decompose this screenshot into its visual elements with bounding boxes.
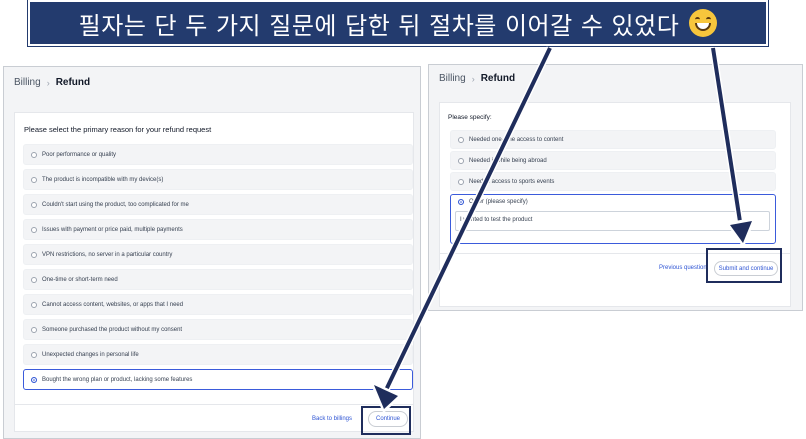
back-to-billings-link[interactable]: Back to billings <box>312 416 352 422</box>
breadcrumb-billing[interactable]: Billing <box>439 73 466 84</box>
radio-checked-icon <box>458 199 464 205</box>
radio-icon <box>458 157 464 164</box>
reason-option[interactable]: One-time or short-term need <box>23 269 413 290</box>
breadcrumb-refund: Refund <box>55 77 91 88</box>
radio-icon <box>31 176 37 183</box>
breadcrumb: Billing › Refund <box>439 73 515 84</box>
breadcrumb-refund: Refund <box>480 73 516 84</box>
caption-text: 필자는 단 두 가지 질문에 답한 뒤 절차를 이어갈 수 있었다 <box>78 11 680 40</box>
reason-option[interactable]: Issues with payment or price paid, multi… <box>23 219 413 240</box>
reason-option[interactable]: The product is incompatible with my devi… <box>23 169 413 190</box>
radio-icon <box>31 326 37 333</box>
radio-icon <box>31 251 37 258</box>
radio-icon <box>31 351 37 358</box>
radio-checked-icon <box>31 376 37 383</box>
grinning-face-icon <box>689 9 718 37</box>
previous-question-link[interactable]: Previous question <box>659 265 707 271</box>
reason-option[interactable]: Cannot access content, websites, or apps… <box>23 294 413 315</box>
divider <box>15 404 413 405</box>
reason-option-selected[interactable]: Bought the wrong plan or product, lackin… <box>23 369 413 390</box>
submit-highlight-box <box>706 248 782 283</box>
radio-icon <box>31 226 37 233</box>
caption-banner: 필자는 단 두 가지 질문에 답한 뒤 절차를 이어갈 수 있었다 <box>28 0 768 46</box>
specify-option[interactable]: Needed access to sports events <box>450 172 776 191</box>
radio-icon <box>31 151 37 158</box>
breadcrumb-billing[interactable]: Billing <box>14 77 41 88</box>
chevron-right-icon: › <box>46 77 50 88</box>
reason-option[interactable]: Unexpected changes in personal life <box>23 344 413 365</box>
radio-icon <box>458 178 464 185</box>
breadcrumb: Billing › Refund <box>14 77 90 88</box>
question-title: Please select the primary reason for you… <box>24 125 212 134</box>
refund-reason-panel: Billing › Refund Please select the prima… <box>3 66 421 439</box>
radio-icon <box>31 276 37 283</box>
specify-option[interactable]: Needed it while being abroad <box>450 151 776 170</box>
reason-option[interactable]: Someone purchased the product without my… <box>23 319 413 340</box>
reason-option[interactable]: VPN restrictions, no server in a particu… <box>23 244 413 265</box>
other-reason-input[interactable]: I wanted to test the product <box>455 211 770 231</box>
specify-option[interactable]: Needed one-time access to content <box>450 130 776 149</box>
refund-reason-card: Please select the primary reason for you… <box>14 112 414 432</box>
radio-icon <box>31 201 37 208</box>
radio-icon <box>31 301 37 308</box>
question-title: Please specify: <box>448 114 492 121</box>
radio-icon <box>458 136 464 143</box>
reason-option[interactable]: Poor performance or quality <box>23 144 413 165</box>
chevron-right-icon: › <box>471 73 475 84</box>
reason-option[interactable]: Couldn't start using the product, too co… <box>23 194 413 215</box>
continue-highlight-box <box>361 406 411 435</box>
